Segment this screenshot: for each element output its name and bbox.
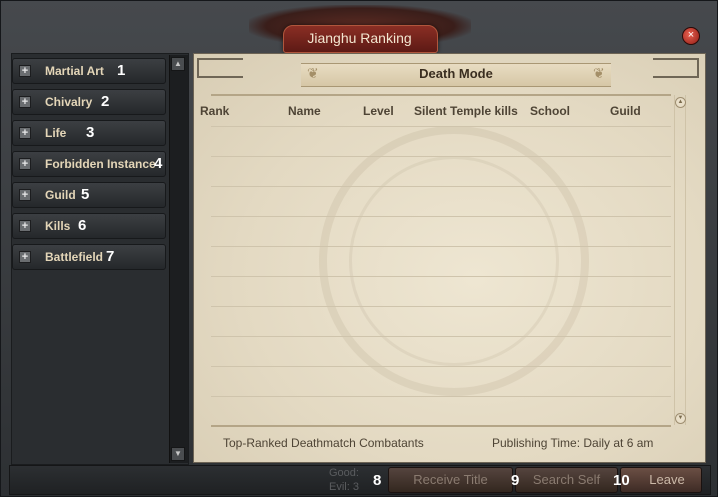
table-row: [211, 396, 671, 397]
table-row: [211, 276, 671, 277]
title-bar[interactable]: Jianghu Ranking ×: [1, 1, 718, 53]
column-header-level: Level: [363, 104, 394, 118]
category-forbidden-instance[interactable]: + Forbidden Instance: [12, 151, 166, 177]
annotation-number: 6: [78, 217, 87, 234]
category-label: Guild: [45, 188, 76, 202]
annotation-number: 3: [86, 124, 95, 141]
board-caption: Top-Ranked Deathmatch Combatants: [223, 436, 424, 450]
column-header-school: School: [530, 104, 571, 118]
good-label: Good:: [329, 467, 359, 479]
receive-title-button[interactable]: Receive Title: [388, 467, 513, 493]
category-scrollbar[interactable]: [169, 55, 188, 463]
category-label: Martial Art: [45, 64, 104, 78]
ranking-window: Jianghu Ranking × + Martial Art 1 + Chiv…: [0, 0, 718, 497]
category-label: Chivalry: [45, 95, 93, 109]
category-label: Battlefield: [45, 250, 104, 264]
table-scroll-down-icon[interactable]: ▼: [675, 413, 686, 424]
table-bottom-rule: [211, 425, 671, 427]
table-top-rule: [211, 94, 671, 96]
category-battlefield[interactable]: + Battlefield: [12, 244, 166, 270]
category-label: Forbidden Instance: [45, 157, 156, 171]
annotation-number: 5: [81, 186, 90, 203]
close-icon[interactable]: ×: [682, 27, 700, 45]
column-header-name: Name: [288, 104, 321, 118]
annotation-number: 8: [373, 472, 382, 489]
expand-icon: +: [19, 127, 31, 139]
column-header-rank: Rank: [200, 104, 230, 118]
corner-ornament-right: [653, 58, 699, 78]
expand-icon: +: [19, 65, 31, 77]
evil-label: Evil: 3: [329, 481, 359, 493]
corner-ornament-left: [197, 58, 243, 78]
table-row: [211, 126, 671, 127]
category-label: Life: [45, 126, 67, 140]
table-scroll-up-icon[interactable]: ▲: [675, 97, 686, 108]
annotation-number: 1: [117, 62, 126, 79]
category-kills[interactable]: + Kills: [12, 213, 166, 239]
leave-button[interactable]: Leave: [620, 467, 702, 493]
table-row: [211, 366, 671, 367]
dragon-emblem-inner-ring: [349, 156, 559, 366]
table-scrollbar[interactable]: [674, 95, 686, 425]
category-chivalry[interactable]: + Chivalry: [12, 89, 166, 115]
expand-icon: +: [19, 189, 31, 201]
table-row: [211, 156, 671, 157]
expand-icon: +: [19, 251, 31, 263]
annotation-number: 2: [101, 93, 110, 110]
table-row: [211, 246, 671, 247]
search-self-button[interactable]: Search Self: [515, 467, 618, 493]
table-row: [211, 336, 671, 337]
expand-icon: +: [19, 220, 31, 232]
scroll-down-icon[interactable]: ▼: [171, 447, 185, 461]
scroll-up-icon[interactable]: ▲: [171, 57, 185, 71]
column-header-guild: Guild: [610, 104, 641, 118]
mode-title: Death Mode: [419, 66, 493, 81]
table-row: [211, 186, 671, 187]
category-label: Kills: [45, 219, 71, 233]
expand-icon: +: [19, 96, 31, 108]
annotation-number: 7: [106, 248, 115, 265]
expand-icon: +: [19, 158, 31, 170]
annotation-number: 9: [511, 472, 520, 489]
category-martial-art[interactable]: + Martial Art: [12, 58, 166, 84]
publishing-time: Publishing Time: Daily at 6 am: [492, 436, 654, 450]
table-row: [211, 306, 671, 307]
table-row: [211, 216, 671, 217]
annotation-number: 4: [154, 155, 163, 172]
annotation-number: 10: [613, 472, 630, 489]
column-header-silent-temple-kills: Silent Temple kills: [414, 104, 518, 118]
window-title: Jianghu Ranking: [307, 30, 412, 46]
